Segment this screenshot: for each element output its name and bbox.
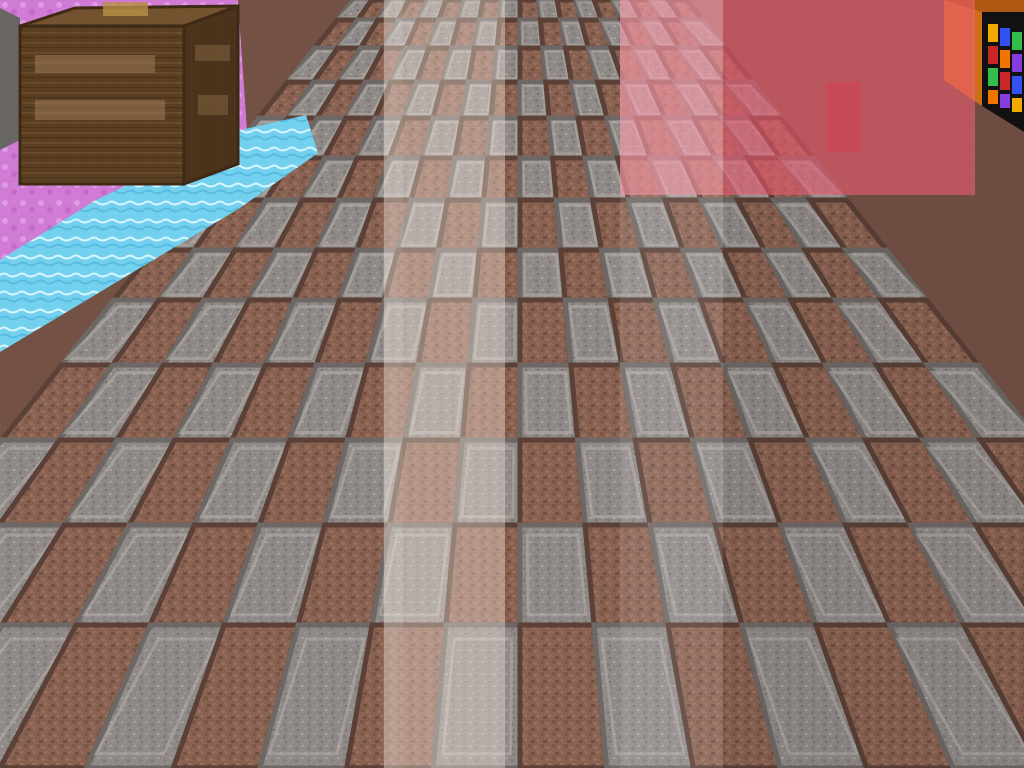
stone-block (0, 0, 20, 150)
side-light-strip (620, 0, 723, 768)
game-viewport (0, 0, 1024, 768)
brick-floor-tile (517, 297, 574, 368)
game-world (0, 0, 1024, 768)
brick-floor-tile (517, 437, 588, 528)
light-beam-edge-left (383, 0, 403, 768)
carved-note-block (18, 2, 240, 187)
side-shadow-strip (723, 0, 1024, 768)
